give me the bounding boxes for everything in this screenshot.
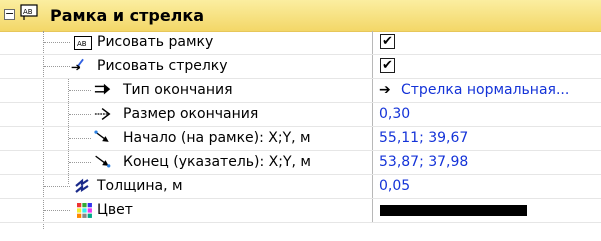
tree-line	[44, 42, 70, 43]
property-label: Рисовать рамку	[97, 34, 214, 50]
group-title: Рамка и стрелка	[50, 6, 205, 25]
arrow-end-size-icon	[94, 108, 111, 120]
property-row-end-point[interactable]: Конец (указатель): X;Y, м 53,87; 37,98	[0, 151, 601, 175]
property-grid: − AB Рамка и стрелка AB Рисовать рамку ✔…	[0, 0, 601, 241]
arrow-end-type-glyph: ➔	[379, 82, 391, 98]
property-value[interactable]: 53,87; 37,98	[372, 151, 601, 174]
property-row-color[interactable]: Цвет	[0, 199, 601, 223]
property-label: Рисовать стрелку	[97, 58, 228, 74]
collapse-toggle[interactable]: −	[4, 8, 15, 20]
property-value[interactable]: ➔ Стрелка нормальная...	[372, 79, 601, 102]
property-label: Конец (указатель): X;Y, м	[123, 154, 311, 170]
line-thickness-icon	[75, 178, 89, 193]
end-type-value[interactable]: Стрелка нормальная...	[401, 82, 569, 98]
property-label: Размер окончания	[123, 106, 259, 122]
property-label: Толщина, м	[97, 178, 183, 194]
tree-line	[69, 114, 91, 115]
property-value[interactable]: ✔	[372, 31, 601, 54]
tree-line	[69, 138, 91, 139]
svg-text:AB: AB	[23, 8, 33, 16]
draw-frame-checkbox[interactable]: ✔	[380, 34, 395, 49]
property-value[interactable]	[372, 199, 601, 222]
property-label: Цвет	[97, 202, 133, 218]
property-value[interactable]: 55,11; 39,67	[372, 127, 601, 150]
frame-text-icon: AB	[20, 4, 38, 20]
property-row-draw-frame[interactable]: AB Рисовать рамку ✔	[0, 31, 601, 55]
property-value[interactable]: 0,30	[372, 103, 601, 126]
svg-text:AB: AB	[77, 40, 87, 48]
arrow-end-type-icon	[94, 83, 111, 95]
end-size-value[interactable]: 0,30	[379, 106, 410, 122]
arrow-end-point-icon	[95, 155, 111, 168]
arrow-draw-icon	[71, 58, 84, 71]
color-swatch[interactable]	[380, 205, 527, 216]
end-point-value[interactable]: 53,87; 37,98	[379, 154, 468, 170]
tree-line	[69, 90, 91, 91]
arrow-start-point-icon	[94, 130, 109, 142]
property-value[interactable]: 0,05	[372, 175, 601, 198]
property-label: Тип окончания	[123, 82, 233, 98]
start-point-value[interactable]: 55,11; 39,67	[379, 130, 468, 146]
draw-arrow-checkbox[interactable]: ✔	[380, 58, 395, 73]
frame-text-icon: AB	[74, 36, 92, 50]
property-row-end-type[interactable]: Тип окончания ➔ Стрелка нормальная...	[0, 79, 601, 103]
tree-line	[44, 210, 70, 211]
tree-line	[69, 162, 91, 163]
property-row-draw-arrow[interactable]: Рисовать стрелку ✔	[0, 55, 601, 79]
tree-line	[44, 186, 70, 187]
group-header[interactable]: − AB Рамка и стрелка	[0, 0, 601, 32]
color-palette-icon	[77, 203, 92, 218]
property-row-thickness[interactable]: Толщина, м 0,05	[0, 175, 601, 199]
property-row-start-point[interactable]: Начало (на рамке): X;Y, м 55,11; 39,67	[0, 127, 601, 151]
thickness-value[interactable]: 0,05	[379, 178, 410, 194]
property-value[interactable]: ✔	[372, 55, 601, 78]
tree-line	[44, 66, 70, 67]
property-row-end-size[interactable]: Размер окончания 0,30	[0, 103, 601, 127]
property-label: Начало (на рамке): X;Y, м	[123, 130, 311, 146]
